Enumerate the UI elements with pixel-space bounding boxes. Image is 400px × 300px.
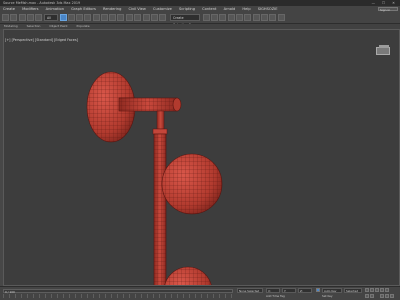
maximize-viewport-icon[interactable] bbox=[390, 294, 394, 298]
undo-icon[interactable] bbox=[2, 14, 9, 21]
window-crossing-icon[interactable] bbox=[84, 14, 91, 21]
auto-key-icon[interactable] bbox=[316, 288, 320, 292]
curve-editor-icon[interactable] bbox=[228, 14, 235, 21]
main-toolbar: All Create Selection Se bbox=[0, 12, 400, 27]
render-frame-window-icon[interactable] bbox=[261, 14, 268, 21]
x-coordinate-field[interactable]: X: bbox=[266, 288, 280, 293]
redo-icon[interactable] bbox=[10, 14, 17, 21]
pivot-center-icon[interactable] bbox=[134, 14, 141, 21]
play-icon[interactable] bbox=[375, 288, 379, 292]
angle-snap-icon[interactable] bbox=[151, 14, 158, 21]
named-selection-set-dropdown[interactable]: Create Selection Se bbox=[170, 14, 200, 27]
orbit-icon[interactable] bbox=[385, 294, 389, 298]
previous-frame-icon[interactable] bbox=[370, 288, 374, 292]
move-icon[interactable] bbox=[93, 14, 100, 21]
render-production-icon[interactable] bbox=[269, 14, 276, 21]
schematic-view-icon[interactable] bbox=[236, 14, 243, 21]
lamp-mesh bbox=[86, 71, 223, 285]
wire-mesh-scene bbox=[86, 71, 223, 285]
zoom-extents-icon[interactable] bbox=[380, 294, 384, 298]
bind-space-warp-icon[interactable] bbox=[35, 14, 42, 21]
add-time-tag-label[interactable]: Add Time Tag bbox=[266, 294, 285, 298]
time-slider[interactable]: 0 / 100 bbox=[3, 289, 233, 294]
reference-coordinate-icon[interactable] bbox=[126, 14, 133, 21]
rotate-icon[interactable] bbox=[101, 14, 108, 21]
time-configuration-icon[interactable] bbox=[370, 294, 374, 298]
set-key-label[interactable]: Set Key bbox=[322, 294, 333, 298]
track-bar[interactable] bbox=[3, 294, 233, 298]
layer-explorer-icon[interactable] bbox=[219, 14, 226, 21]
selection-filter-dropdown[interactable]: All bbox=[44, 14, 58, 21]
perspective-viewport[interactable]: [+] [Perspective] [Standard] [Edged Face… bbox=[3, 29, 400, 286]
status-bar: 0 / 100 None Selected X: Y: Z: Auto Key … bbox=[0, 286, 400, 300]
align-icon[interactable] bbox=[211, 14, 218, 21]
z-coordinate-field[interactable]: Z: bbox=[298, 288, 312, 293]
key-mode-icon[interactable] bbox=[365, 294, 369, 298]
material-editor-icon[interactable] bbox=[244, 14, 251, 21]
go-to-end-icon[interactable] bbox=[385, 288, 389, 292]
key-filter-dropdown[interactable]: Selected bbox=[344, 288, 362, 293]
render-setup-icon[interactable] bbox=[253, 14, 260, 21]
select-object-icon[interactable] bbox=[60, 14, 67, 21]
scale-icon[interactable] bbox=[109, 14, 116, 21]
sign-in-button[interactable]: Sign in bbox=[378, 7, 398, 12]
arnold-render-icon[interactable] bbox=[278, 14, 285, 21]
percent-snap-icon[interactable] bbox=[159, 14, 166, 21]
unlink-icon[interactable] bbox=[27, 14, 34, 21]
go-to-start-icon[interactable] bbox=[365, 288, 369, 292]
snaps-toggle-icon[interactable] bbox=[143, 14, 150, 21]
rectangular-selection-icon[interactable] bbox=[76, 14, 83, 21]
placement-icon[interactable] bbox=[117, 14, 124, 21]
selection-status: None Selected bbox=[237, 288, 263, 293]
mirror-icon[interactable] bbox=[203, 14, 210, 21]
select-by-name-icon[interactable] bbox=[68, 14, 75, 21]
next-frame-icon[interactable] bbox=[380, 288, 384, 292]
auto-key-button[interactable]: Auto Key bbox=[322, 288, 342, 293]
y-coordinate-field[interactable]: Y: bbox=[282, 288, 296, 293]
link-icon[interactable] bbox=[19, 14, 26, 21]
